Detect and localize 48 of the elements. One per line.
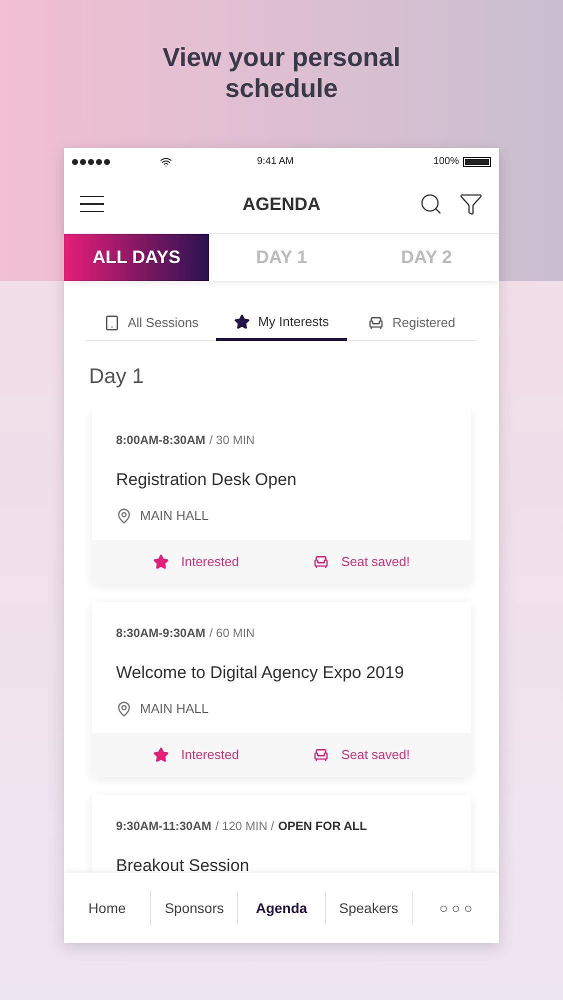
location-pin-icon — [116, 508, 132, 524]
seat-icon — [368, 314, 384, 330]
session-card[interactable]: 9:30AM-11:30AM / 120 MIN / OPEN FOR ALL Breakout Session — [92, 794, 471, 873]
signal-icon — [72, 158, 110, 164]
location: MAIN HALL — [140, 700, 209, 718]
star-icon — [153, 746, 170, 762]
filter-tab[interactable]: Registered — [346, 305, 477, 341]
time-range: 8:00AM-8:30AM — [116, 432, 206, 448]
battery-level: 100% — [433, 155, 459, 169]
seat-icon — [313, 554, 330, 570]
filter-tab[interactable]: All Sessions — [86, 305, 216, 341]
status-time: 9:41 AM — [257, 155, 294, 169]
time-range: 8:30AM-9:30AM — [116, 624, 206, 642]
headline: View your personal schedule — [162, 41, 402, 104]
interested-button[interactable]: Interested — [153, 552, 239, 572]
menu-icon[interactable] — [80, 196, 104, 212]
star-icon — [234, 314, 250, 330]
session-card[interactable]: 8:00AM-8:30AM / 30 MIN Registration Desk Open MAIN HALL Interested Seat saved! — [92, 408, 471, 584]
section-title: Day 1 — [89, 364, 145, 390]
battery-icon — [463, 156, 491, 166]
duration: / 120 MIN / — [215, 818, 274, 834]
time-range: 9:30AM-11:30AM — [116, 818, 212, 834]
nav-item[interactable]: Agenda — [238, 898, 325, 918]
star-icon — [153, 554, 170, 570]
duration: / 30 MIN — [209, 432, 255, 448]
location: MAIN HALL — [140, 507, 209, 525]
duration: / 60 MIN — [209, 624, 255, 642]
seat-saved-button[interactable]: Seat saved! — [313, 744, 410, 764]
location-pin-icon — [116, 700, 132, 717]
wifi-icon — [160, 156, 172, 168]
search-icon[interactable] — [419, 192, 443, 216]
nav-item[interactable]: ○ ○ ○ — [412, 898, 499, 918]
day-tab[interactable]: ALL DAYS — [64, 234, 209, 281]
session-title: Breakout Session — [116, 854, 250, 873]
session-card[interactable]: 8:30AM-9:30AM / 60 MIN Welcome to Digital Agency Expo 2019 MAIN HALL Interested Seat saved! — [92, 602, 471, 776]
session-title: Registration Desk Open — [116, 468, 298, 490]
nav-item[interactable]: Home — [64, 898, 150, 918]
nav-item[interactable]: Sponsors — [151, 898, 238, 918]
session-title: Welcome to Digital Agency Expo 2019 — [116, 662, 405, 684]
interested-button[interactable]: Interested — [153, 744, 239, 764]
filter-tab[interactable]: My Interests — [216, 305, 347, 341]
seat-icon — [313, 746, 330, 762]
access-label: OPEN FOR ALL — [278, 818, 367, 834]
tablet-icon — [104, 314, 120, 330]
filter-icon[interactable] — [459, 192, 483, 216]
seat-saved-button[interactable]: Seat saved! — [313, 552, 410, 572]
nav-item[interactable]: Speakers — [326, 898, 412, 918]
screen-title: AGENDA — [241, 192, 322, 216]
